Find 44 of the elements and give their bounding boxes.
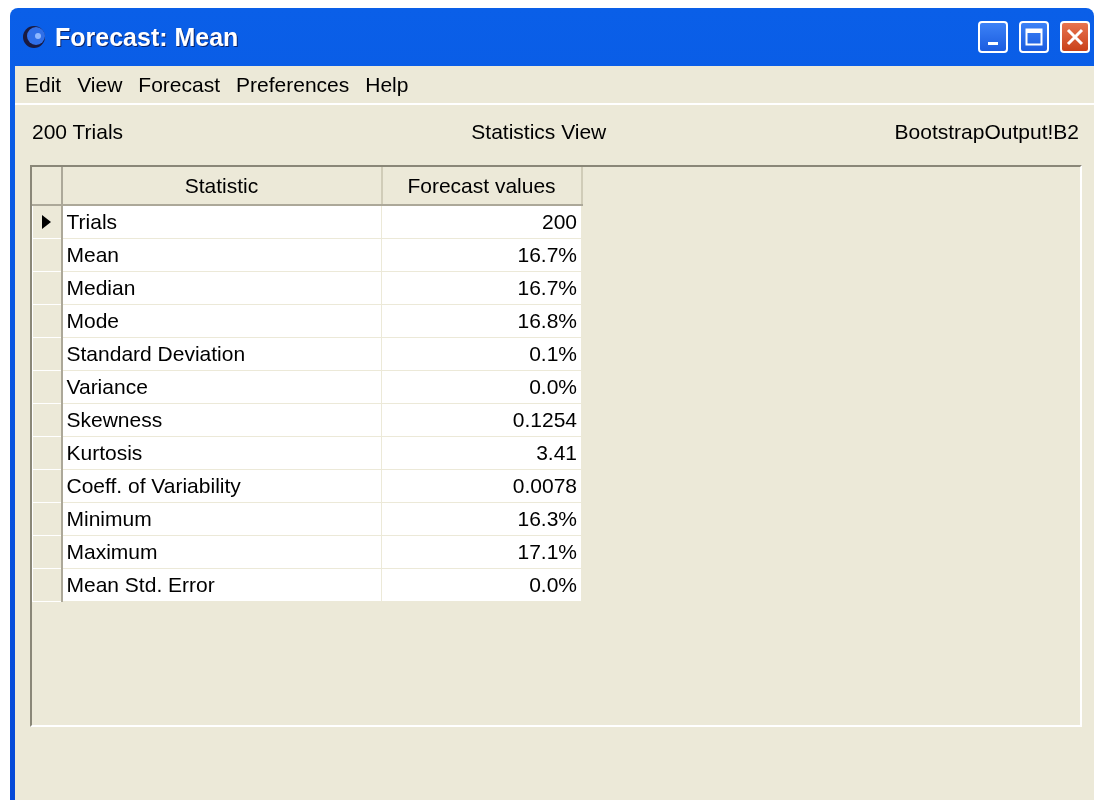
- table-cell: Minimum: [61, 502, 382, 536]
- table-cell: Median: [61, 271, 382, 305]
- table-cell: 0.0078: [381, 469, 582, 503]
- table-cell: 16.8%: [381, 304, 582, 338]
- maximize-icon: [1025, 28, 1043, 46]
- table-cell: 200: [381, 205, 582, 239]
- table-cell: 3.41: [381, 436, 582, 470]
- column-header[interactable]: Forecast values: [381, 167, 582, 205]
- table-cell: 16.3%: [381, 502, 582, 536]
- table-cell: Kurtosis: [61, 436, 382, 470]
- table-cell: 0.1254: [381, 403, 582, 437]
- window-title: Forecast: Mean: [55, 22, 240, 52]
- minimize-icon: [988, 41, 998, 45]
- view-name: Statistics View: [471, 120, 607, 144]
- table-cell: Mode: [61, 304, 382, 338]
- table-cell: 16.7%: [381, 238, 582, 272]
- table-cell: Variance: [61, 370, 382, 404]
- menu-item[interactable]: Forecast: [134, 72, 233, 97]
- menu-item[interactable]: Preferences: [232, 72, 362, 97]
- row-header[interactable]: [32, 205, 62, 239]
- table-cell: Mean: [61, 238, 382, 272]
- table-cell: Standard Deviation: [61, 337, 382, 371]
- trials-count: 200 Trials: [32, 120, 124, 144]
- menu-item[interactable]: Edit: [21, 72, 74, 97]
- table-cell: 0.0%: [381, 568, 582, 602]
- current-row-icon: [42, 215, 52, 229]
- menu-item[interactable]: View: [73, 72, 135, 97]
- cell-reference: BootstrapOutput!B2: [894, 120, 1079, 144]
- menu-item[interactable]: Help: [361, 72, 421, 97]
- table-cell: 17.1%: [381, 535, 582, 569]
- table-cell: 0.0%: [381, 370, 582, 404]
- close-button[interactable]: [1060, 21, 1090, 53]
- table-cell: Trials: [61, 205, 382, 239]
- table-cell: Coeff. of Variability: [61, 469, 382, 503]
- table-cell: 16.7%: [381, 271, 582, 305]
- minimize-button[interactable]: [978, 21, 1008, 53]
- column-header[interactable]: Statistic: [61, 167, 382, 205]
- table-cell: Maximum: [61, 535, 382, 569]
- table-cell: Mean Std. Error: [61, 568, 382, 602]
- table-cell: 0.1%: [381, 337, 582, 371]
- close-icon: [1066, 28, 1084, 46]
- app-logo-icon: [21, 24, 47, 50]
- maximize-button[interactable]: [1019, 21, 1049, 53]
- table-cell: Skewness: [61, 403, 382, 437]
